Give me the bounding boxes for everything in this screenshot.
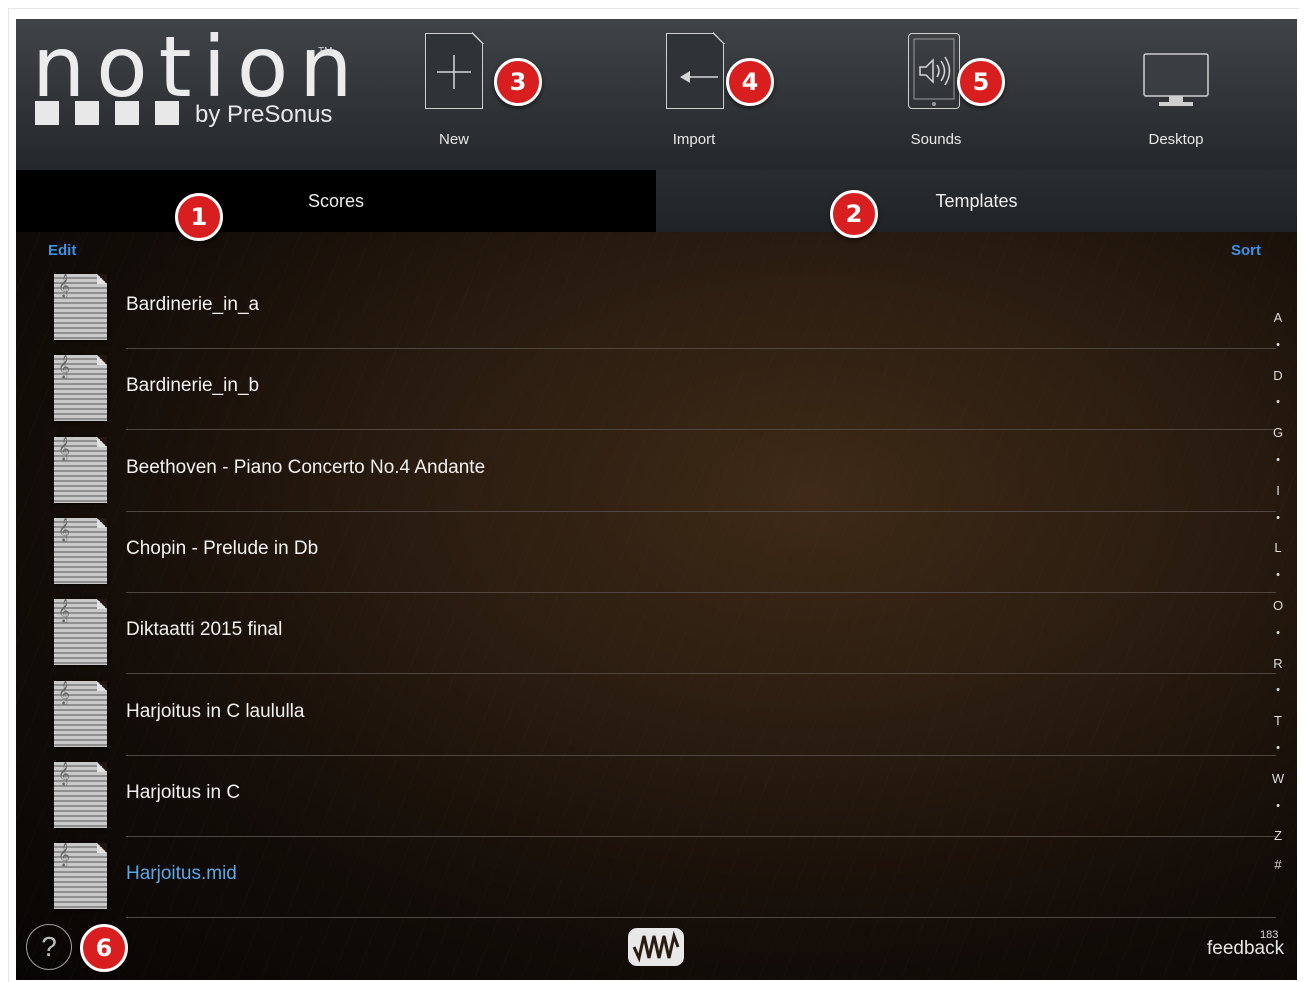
index-entry[interactable]: A bbox=[1266, 310, 1290, 325]
list-item[interactable]: 𝄞 Bardinerie_in_b bbox=[16, 349, 1276, 431]
index-entry[interactable]: O bbox=[1266, 598, 1290, 613]
presonus-byline: by PreSonus bbox=[195, 101, 333, 128]
score-title: Bardinerie_in_a bbox=[126, 294, 260, 315]
index-entry[interactable]: • bbox=[1266, 627, 1290, 639]
callout-badge-3: 3 bbox=[494, 58, 542, 106]
import-document-icon bbox=[666, 32, 725, 109]
sounds-label: Sounds bbox=[910, 131, 962, 148]
edit-button[interactable]: Edit bbox=[48, 242, 76, 259]
index-entry[interactable]: Z bbox=[1266, 828, 1290, 843]
desktop-monitor-icon bbox=[1143, 53, 1209, 109]
score-thumbnail-icon: 𝄞 bbox=[54, 599, 107, 666]
sort-button[interactable]: Sort bbox=[1231, 242, 1261, 259]
index-entry[interactable]: • bbox=[1266, 454, 1290, 466]
tab-templates-label: Templates bbox=[935, 191, 1018, 211]
desktop-button[interactable]: Desktop bbox=[1136, 31, 1216, 161]
callout-badge-5: 5 bbox=[957, 58, 1005, 106]
trademark-mark: TM bbox=[318, 46, 333, 57]
index-entry[interactable]: • bbox=[1266, 742, 1290, 754]
index-entry[interactable]: • bbox=[1266, 396, 1290, 408]
import-button[interactable]: Import bbox=[654, 31, 734, 161]
index-entry[interactable]: R bbox=[1266, 656, 1290, 671]
index-entry[interactable]: I bbox=[1266, 483, 1290, 498]
callout-badge-2: 2 bbox=[830, 190, 878, 238]
new-document-icon bbox=[425, 32, 484, 109]
scores-list-panel: Edit Sort 𝄞 Bardinerie_in_a 𝄞 Bardinerie_in… bbox=[16, 232, 1297, 980]
row-divider bbox=[126, 917, 1276, 919]
score-title: Bardinerie_in_b bbox=[126, 375, 260, 397]
presonus-logo-icon bbox=[628, 928, 684, 971]
score-thumbnail-icon: 𝄞 bbox=[54, 436, 107, 503]
tab-scores[interactable]: Scores bbox=[16, 170, 656, 232]
header-bar: notion TM by PreSonus New Import Sounds … bbox=[16, 19, 1297, 170]
list-item[interactable]: 𝄞 Harjoitus in C laululla bbox=[16, 675, 1276, 756]
frame-border-left bbox=[8, 8, 9, 982]
tab-templates[interactable]: Templates bbox=[656, 170, 1297, 232]
new-label: New bbox=[438, 131, 469, 148]
list-item[interactable]: 𝄞 Harjoitus in C bbox=[16, 756, 1276, 837]
score-title: Beethoven - Piano Concerto No.4 Andante bbox=[126, 456, 486, 478]
new-button[interactable]: New bbox=[414, 31, 494, 161]
score-thumbnail-icon: 𝄞 bbox=[54, 355, 107, 422]
index-entry[interactable]: W bbox=[1266, 771, 1290, 786]
score-thumbnail-icon: 𝄞 bbox=[54, 680, 107, 747]
callout-badge-4: 4 bbox=[726, 58, 774, 106]
callout-badge-1: 1 bbox=[175, 193, 223, 241]
score-title: Harjoitus in C bbox=[126, 781, 241, 803]
desktop-label: Desktop bbox=[1148, 131, 1204, 148]
sounds-tablet-icon bbox=[908, 33, 960, 109]
feedback-link[interactable]: feedback bbox=[1207, 938, 1284, 960]
callout-badge-6: 6 bbox=[80, 924, 128, 972]
help-button[interactable]: ? bbox=[26, 924, 72, 970]
index-entry[interactable]: L bbox=[1266, 540, 1290, 555]
import-label: Import bbox=[672, 131, 716, 148]
score-title: Harjoitus in C laululla bbox=[126, 700, 305, 722]
list-item[interactable]: 𝄞 Bardinerie_in_a bbox=[16, 268, 1276, 349]
index-entry[interactable]: • bbox=[1266, 512, 1290, 524]
score-title: Harjoitus.mid bbox=[126, 863, 237, 885]
score-title: Diktaatti 2015 final bbox=[126, 619, 283, 641]
list-item[interactable]: 𝄞 Harjoitus.mid bbox=[16, 837, 1276, 919]
score-thumbnail-icon: 𝄞 bbox=[54, 761, 107, 828]
index-entry[interactable]: T bbox=[1266, 713, 1290, 728]
frame-border-top bbox=[8, 8, 1299, 9]
score-thumbnail-icon: 𝄞 bbox=[54, 843, 107, 910]
tab-scores-label: Scores bbox=[307, 191, 365, 211]
index-entry[interactable]: • bbox=[1266, 800, 1290, 812]
notion-app: notion TM by PreSonus New Import Sounds … bbox=[16, 19, 1297, 980]
list-item[interactable]: 𝄞 Diktaatti 2015 final bbox=[16, 593, 1276, 675]
index-entry[interactable]: G bbox=[1266, 425, 1290, 440]
score-thumbnail-icon: 𝄞 bbox=[54, 274, 107, 340]
list-item[interactable]: 𝄞 Beethoven - Piano Concerto No.4 Andante bbox=[16, 431, 1276, 512]
index-entry[interactable]: # bbox=[1266, 857, 1290, 872]
list-item[interactable]: 𝄞 Chopin - Prelude in Db bbox=[16, 512, 1276, 593]
score-thumbnail-icon: 𝄞 bbox=[54, 517, 107, 584]
index-entry[interactable]: • bbox=[1266, 339, 1290, 351]
index-entry[interactable]: • bbox=[1266, 569, 1290, 581]
index-entry[interactable]: • bbox=[1266, 684, 1290, 696]
score-title: Chopin - Prelude in Db bbox=[126, 537, 319, 559]
index-entry[interactable]: D bbox=[1266, 368, 1290, 383]
